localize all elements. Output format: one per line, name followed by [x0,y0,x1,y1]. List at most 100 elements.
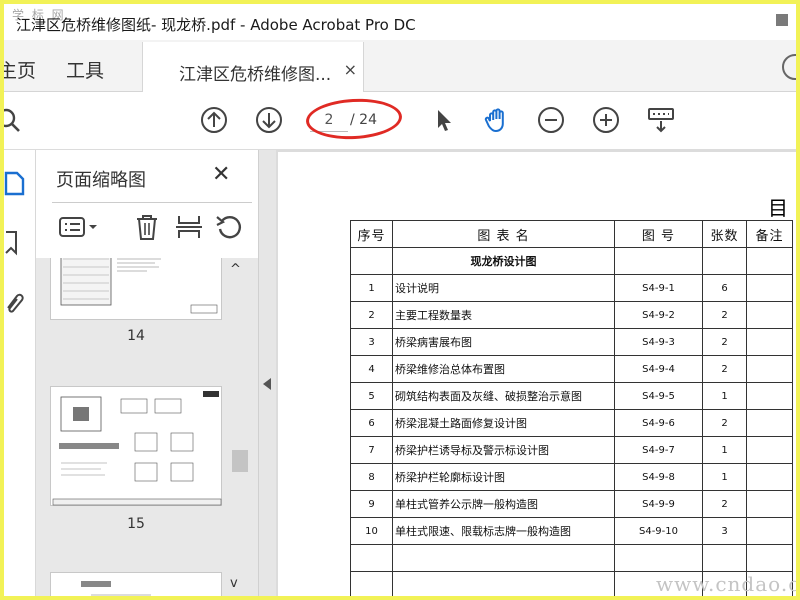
table-cell-note [746,517,793,545]
document-view[interactable]: 目 序号 图 表 名 图 号 张数 备注 现龙桥设计图 1 设计说明 S4-9-… [276,150,796,596]
toolbar: 2 / 24 [4,92,796,150]
table-cell-no: 2 [350,301,393,329]
zoom-in-icon[interactable] [592,106,620,134]
table-cell-code: S4-9-3 [614,328,703,356]
prev-page-icon[interactable] [200,106,228,134]
header-cell: 图 号 [614,220,703,248]
table-cell-count: 2 [702,409,747,437]
table-cell-no: 6 [350,409,393,437]
scroll-down-icon[interactable]: v [230,576,238,591]
table-cell-count: 2 [702,490,747,518]
table-cell-name: 桥梁维修治总体布置图 [392,355,615,383]
table-cell-no: 7 [350,436,393,464]
table-cell-note [746,490,793,518]
scrollbar-thumb[interactable] [232,450,248,472]
close-tab-icon[interactable]: × [344,60,357,79]
zoom-out-icon[interactable] [537,106,565,134]
page-thumbnails-panel: 页面缩略图 ✕ 14 15 ^ v [36,150,258,596]
panel-divider [52,202,252,203]
page-thumbnail-next[interactable] [50,572,222,596]
table-cell-code: S4-9-1 [614,274,703,302]
table-cell-note [746,382,793,410]
table-cell-code: S4-9-2 [614,301,703,329]
panel-title: 页面缩略图 [56,170,146,191]
hand-icon[interactable] [483,106,511,134]
table-row: 10 单柱式限速、限载标志牌一般构造图 S4-9-10 3 [350,517,793,545]
drawing-index-table: 序号 图 表 名 图 号 张数 备注 现龙桥设计图 1 设计说明 S4-9-1 6 2 主… [350,220,793,596]
table-cell-count: 1 [702,436,747,464]
bookmark-icon[interactable] [4,230,26,256]
table-row: 9 单柱式管养公示牌一般构造图 S4-9-9 2 [350,490,793,518]
site-watermark: www.cndao.com [656,572,796,596]
scroll-up-icon[interactable]: ^ [230,262,241,277]
table-cell-name: 设计说明 [392,274,615,302]
table-cell-count: 2 [702,301,747,329]
attachment-icon[interactable] [4,288,26,314]
page-thumbnail-15[interactable] [50,386,222,506]
window-control-icon[interactable] [776,14,788,26]
table-cell-name: 主要工程数量表 [392,301,615,329]
table-header-row: 序号 图 表 名 图 号 张数 备注 [350,220,793,248]
table-cell-code: S4-9-9 [614,490,703,518]
table-cell-name: 桥梁护栏轮廓标设计图 [392,463,615,491]
table-row: 1 设计说明 S4-9-1 6 [350,274,793,302]
help-icon[interactable] [782,54,796,80]
header-cell: 备注 [746,220,793,248]
next-page-icon[interactable] [255,106,283,134]
tab-document[interactable]: 江津区危桥维修图... × [142,42,364,93]
title-bar: 学 标 网 江津区危桥维修图纸- 现龙桥.pdf - Adobe Acrobat… [4,4,796,40]
page-thumbnail-14[interactable] [50,258,222,320]
table-cell-code: S4-9-4 [614,355,703,383]
left-rail [4,150,36,596]
table-row: 3 桥梁病害展布图 S4-9-3 2 [350,328,793,356]
thumbnails-list[interactable]: 14 15 ^ v [36,258,258,596]
table-cell-note [746,409,793,437]
page-heading: 目 [768,196,788,220]
table-cell-count: 3 [702,517,747,545]
section-title: 现龙桥设计图 [392,247,615,275]
page-thumbnails-icon[interactable] [4,170,26,196]
collapse-panel-icon[interactable] [263,378,271,390]
search-icon[interactable] [4,106,22,134]
table-cell-code: S4-9-7 [614,436,703,464]
table-cell-count: 1 [702,463,747,491]
window-title: 江津区危桥维修图纸- 现龙桥.pdf - Adobe Acrobat Pro D… [16,16,416,34]
delete-icon[interactable] [132,212,162,242]
select-arrow-icon[interactable] [430,106,458,134]
table-cell-note [746,301,793,329]
table-section-row: 现龙桥设计图 [350,247,793,275]
rotate-icon[interactable] [214,212,244,242]
table-cell-code: S4-9-10 [614,517,703,545]
keyboard-icon[interactable] [647,106,675,134]
extract-pages-icon[interactable] [174,212,204,242]
table-row: 5 砌筑结构表面及灰缝、破损整治示意图 S4-9-5 1 [350,382,793,410]
table-cell-count: 1 [702,382,747,410]
table-cell-code: S4-9-5 [614,382,703,410]
pdf-page: 目 序号 图 表 名 图 号 张数 备注 现龙桥设计图 1 设计说明 S4-9-… [278,152,796,596]
tab-bar: 主页 工具 江津区危桥维修图... × [4,40,796,93]
table-cell-no: 4 [350,355,393,383]
table-row: 4 桥梁维修治总体布置图 S4-9-4 2 [350,355,793,383]
thumbnail-page-label: 15 [127,516,145,532]
table-cell-note [746,436,793,464]
panel-splitter[interactable] [258,150,276,596]
acrobat-window: 学 标 网 江津区危桥维修图纸- 现龙桥.pdf - Adobe Acrobat… [4,4,796,596]
table-cell-no: 5 [350,382,393,410]
table-cell-no: 9 [350,490,393,518]
tab-home[interactable]: 主页 [4,56,36,83]
table-cell-count: 6 [702,274,747,302]
table-cell-note [746,328,793,356]
options-menu-icon[interactable] [58,212,100,242]
close-panel-icon[interactable]: ✕ [212,162,230,187]
table-cell-note [746,274,793,302]
table-cell-no: 10 [350,517,393,545]
table-empty-row [350,544,793,572]
table-row: 2 主要工程数量表 S4-9-2 2 [350,301,793,329]
tab-tools[interactable]: 工具 [66,56,104,83]
table-row: 6 桥梁混凝土路面修复设计图 S4-9-6 2 [350,409,793,437]
table-cell-name: 桥梁护栏诱导标及警示标设计图 [392,436,615,464]
table-cell-count: 2 [702,328,747,356]
thumbnails-scrollbar[interactable]: ^ v [230,258,248,596]
table-cell-note [746,463,793,491]
table-row: 7 桥梁护栏诱导标及警示标设计图 S4-9-7 1 [350,436,793,464]
